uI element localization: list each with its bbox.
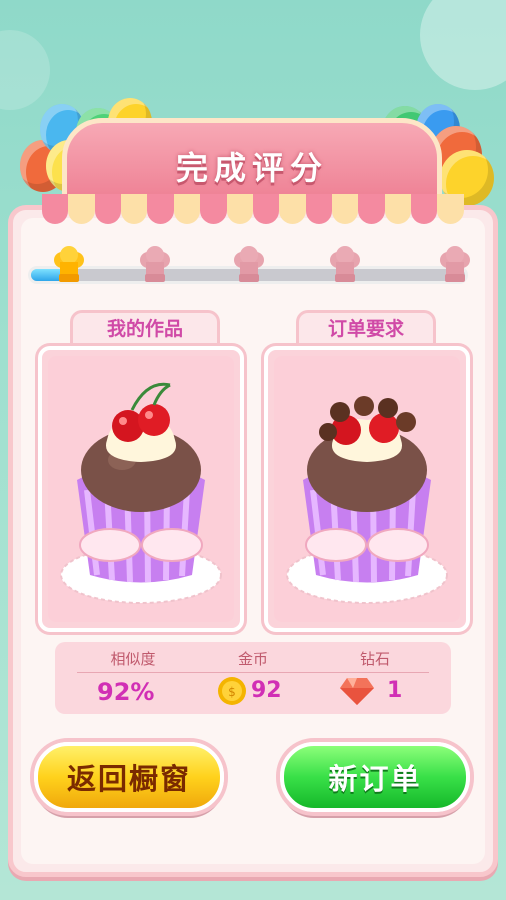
result-stats: 相似度 金币 钻石 92% $ 92 1 (55, 642, 451, 714)
cupcake-target-image (286, 396, 448, 604)
new-order-button[interactable]: 新订单 (280, 742, 470, 812)
similarity-label: 相似度 (110, 650, 156, 668)
background-cloud (420, 0, 506, 90)
coin-icon: $ (218, 677, 246, 705)
back-to-showcase-button[interactable]: 返回橱窗 (34, 742, 224, 812)
svg-text:$: $ (228, 685, 236, 699)
diamonds-value: 1 (387, 678, 403, 703)
my-work-card (38, 346, 244, 632)
tab-my-work: 我的作品 (70, 310, 220, 346)
diamond-icon (340, 678, 374, 705)
chef-hat-icon (440, 246, 470, 282)
tab-order-request: 订单要求 (296, 310, 436, 346)
background-cloud (0, 30, 50, 110)
chef-hat-icon (140, 246, 170, 282)
coins-value: 92 (251, 678, 282, 703)
chef-hat-icon (330, 246, 360, 282)
divider (77, 672, 429, 673)
page-title: 完成评分 (175, 149, 328, 187)
chef-hat-icon-gold (54, 246, 84, 282)
coins-label: 金币 (237, 650, 268, 668)
diamonds-label: 钻石 (359, 650, 390, 668)
similarity-value: 92% (97, 678, 155, 706)
order-request-card (264, 346, 470, 632)
game-screen: { "title": "完成评分", "progress": {"filled_… (0, 0, 506, 900)
awning-decoration (42, 194, 464, 224)
chef-hat-icon (234, 246, 264, 282)
cupcake-image (60, 382, 222, 604)
